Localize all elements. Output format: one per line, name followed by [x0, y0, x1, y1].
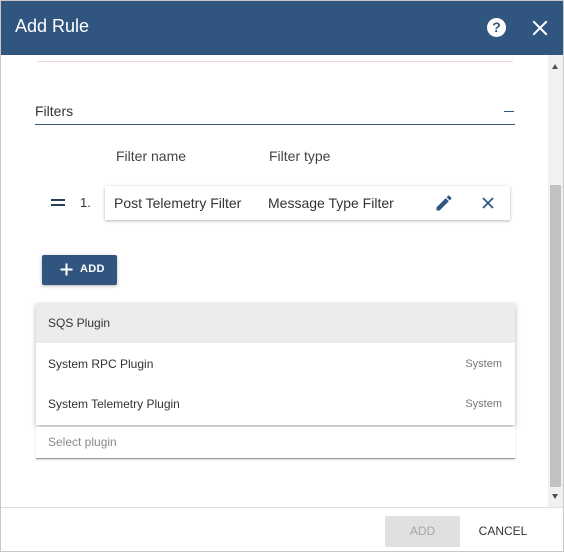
scroll-down-arrow-icon[interactable]: [552, 494, 558, 499]
add-filter-label: ADD: [80, 263, 105, 275]
filter-row-index: 1.: [80, 195, 91, 210]
plugin-option-tag: System: [465, 358, 502, 370]
plugin-option-name: System RPC Plugin: [48, 357, 154, 371]
drag-handle-icon[interactable]: [51, 199, 65, 207]
plugin-option[interactable]: System RPC Plugin System: [36, 344, 515, 384]
delete-x-icon[interactable]: [479, 194, 497, 212]
minus-icon[interactable]: [503, 99, 515, 119]
plugin-option[interactable]: System Telemetry Plugin System: [36, 384, 515, 424]
filter-type-column-header: Filter type: [269, 148, 331, 164]
plugin-option-name: SQS Plugin: [48, 316, 111, 330]
field-underline: [37, 61, 513, 62]
close-icon[interactable]: [531, 19, 549, 37]
scroll-up-arrow-icon[interactable]: [552, 64, 558, 69]
filter-name: Post Telemetry Filter: [114, 195, 242, 211]
plugin-option-tag: System: [465, 398, 502, 410]
filter-type: Message Type Filter: [268, 195, 394, 211]
filter-row: Post Telemetry Filter Message Type Filte…: [105, 186, 510, 220]
cancel-button[interactable]: CANCEL: [469, 516, 537, 547]
dialog-content: Filters Filter name Filter type 1. Post …: [1, 55, 548, 507]
plugin-option[interactable]: SQS Plugin: [36, 303, 515, 343]
scrollbar-thumb[interactable]: [550, 185, 561, 487]
dialog-title: Add Rule: [15, 16, 90, 36]
plugin-dropdown-menu: SQS Plugin System RPC Plugin System Syst…: [36, 303, 515, 425]
add-rule-button[interactable]: ADD: [385, 516, 460, 547]
filter-name-column-header: Filter name: [116, 148, 187, 164]
edit-pencil-icon[interactable]: [434, 193, 454, 213]
add-rule-dialog: Add Rule ? Filters Filter name Filter ty…: [0, 0, 564, 552]
help-circle-icon[interactable]: ?: [487, 18, 506, 37]
plus-icon: [59, 262, 74, 277]
select-plugin-input[interactable]: Select plugin: [36, 427, 515, 459]
add-filter-button[interactable]: ADD: [42, 255, 117, 285]
plugin-option-name: System Telemetry Plugin: [48, 397, 180, 411]
select-plugin-placeholder: Select plugin: [48, 435, 117, 449]
filters-label: Filters: [35, 103, 74, 119]
dialog-footer: ADD CANCEL: [1, 507, 563, 551]
filters-section-header[interactable]: Filters: [35, 95, 515, 125]
dialog-header: Add Rule ?: [1, 1, 563, 55]
vertical-scrollbar[interactable]: [548, 55, 563, 507]
